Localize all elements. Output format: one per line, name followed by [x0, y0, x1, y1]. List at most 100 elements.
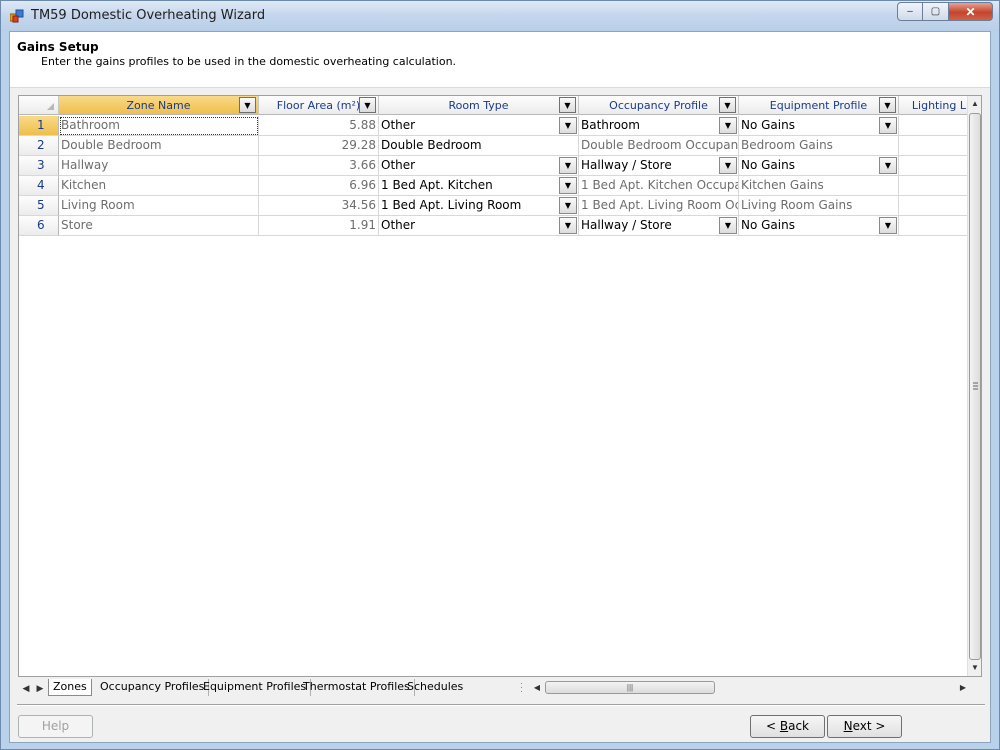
zone-name-cell[interactable]: Bathroom [59, 116, 259, 136]
room-type-combo[interactable]: Other ▼ [379, 116, 579, 136]
table-row[interactable]: 5 Living Room 34.56 1 Bed Apt. Living Ro… [19, 196, 969, 216]
tab-schedules[interactable]: Schedules [403, 679, 467, 696]
tab-occupancy-profiles[interactable]: Occupancy Profiles [96, 679, 210, 696]
back-button[interactable]: < Back [750, 715, 825, 738]
room-type-combo[interactable]: 1 Bed Apt. Living Room ▼ [379, 196, 579, 216]
chevron-down-icon[interactable]: ▼ [559, 117, 577, 134]
row-header[interactable]: 5 [19, 196, 59, 216]
chevron-down-icon[interactable]: ▼ [559, 177, 577, 194]
row-header[interactable]: 6 [19, 216, 59, 236]
occupancy-profile-cell[interactable]: 1 Bed Apt. Living Room Occupancy [579, 196, 739, 216]
zone-name-cell[interactable]: Kitchen [59, 176, 259, 196]
scroll-up-icon[interactable]: ▲ [968, 96, 981, 112]
equipment-value: No Gains [741, 118, 795, 132]
chevron-down-icon[interactable]: ▼ [719, 157, 737, 174]
column-header-zone-name[interactable]: Zone Name ▼ [59, 96, 259, 115]
vertical-scrollbar[interactable]: ▲ ═ ═ ═ ▼ [967, 96, 981, 676]
column-header-room-type[interactable]: Room Type ▼ [379, 96, 579, 115]
scroll-thumb[interactable]: ═ ═ ═ [969, 113, 981, 660]
select-all-corner[interactable] [19, 96, 59, 115]
room-type-combo[interactable]: Other ▼ [379, 216, 579, 236]
horizontal-scrollbar[interactable]: ◀ ||| ▶ [530, 680, 970, 696]
row-header[interactable]: 4 [19, 176, 59, 196]
column-header-label: Zone Name [126, 98, 191, 112]
minimize-button[interactable]: ‒ [897, 2, 923, 21]
filter-dropdown-icon[interactable]: ▼ [879, 97, 896, 113]
table-row[interactable]: 6 Store 1.91 Other ▼ Hallway / Store ▼ No … [19, 216, 969, 236]
lighting-cell[interactable] [899, 216, 969, 236]
chevron-down-icon[interactable]: ▼ [879, 117, 897, 134]
chevron-down-icon[interactable]: ▼ [559, 197, 577, 214]
lighting-cell[interactable] [899, 196, 969, 216]
equipment-profile-combo[interactable]: No Gains ▼ [739, 216, 899, 236]
chevron-down-icon[interactable]: ▼ [879, 217, 897, 234]
table-row[interactable]: 4 Kitchen 6.96 1 Bed Apt. Kitchen ▼ 1 Bed… [19, 176, 969, 196]
scroll-left-icon[interactable]: ◀ [530, 680, 544, 696]
lighting-cell[interactable] [899, 156, 969, 176]
floor-area-cell[interactable]: 29.28 [259, 136, 379, 156]
scroll-thumb[interactable]: ||| [545, 681, 715, 694]
tab-prev-icon[interactable]: ◀ [20, 681, 32, 695]
room-type-combo[interactable]: Other ▼ [379, 156, 579, 176]
occupancy-profile-combo[interactable]: Hallway / Store ▼ [579, 156, 739, 176]
filter-dropdown-icon[interactable]: ▼ [559, 97, 576, 113]
chevron-down-icon[interactable]: ▼ [559, 157, 577, 174]
room-type-cell[interactable]: Double Bedroom [379, 136, 579, 156]
equipment-profile-combo[interactable]: No Gains ▼ [739, 156, 899, 176]
room-type-combo[interactable]: 1 Bed Apt. Kitchen ▼ [379, 176, 579, 196]
caption-buttons: ‒ ▢ ✕ [897, 2, 993, 21]
floor-area-cell[interactable]: 1.91 [259, 216, 379, 236]
zone-name-cell[interactable]: Store [59, 216, 259, 236]
equipment-profile-cell[interactable]: Kitchen Gains [739, 176, 899, 196]
occupancy-profile-combo[interactable]: Bathroom ▼ [579, 116, 739, 136]
title-bar[interactable]: TM59 Domestic Overheating Wizard ‒ ▢ ✕ [1, 1, 999, 31]
tab-thermostat-profiles[interactable]: Thermostat Profiles [299, 679, 415, 696]
chevron-down-icon[interactable]: ▼ [719, 217, 737, 234]
lighting-cell[interactable] [899, 176, 969, 196]
table-row[interactable]: 1 Bathroom 5.88 Other ▼ Bathroom ▼ No Gain… [19, 116, 969, 136]
scroll-right-icon[interactable]: ▶ [956, 680, 970, 696]
floor-area-cell[interactable]: 34.56 [259, 196, 379, 216]
equipment-profile-cell[interactable]: Bedroom Gains [739, 136, 899, 156]
zones-grid[interactable]: Zone Name ▼ Floor Area (m²) ▼ Room Type … [18, 95, 982, 677]
floor-area-cell[interactable]: 6.96 [259, 176, 379, 196]
column-header-label: Room Type [448, 98, 509, 112]
next-button[interactable]: Next > [827, 715, 902, 738]
scroll-down-icon[interactable]: ▼ [968, 660, 981, 676]
occupancy-profile-cell[interactable]: Double Bedroom Occupancy [579, 136, 739, 156]
tab-zones[interactable]: Zones [48, 679, 92, 696]
table-row[interactable]: 3 Hallway 3.66 Other ▼ Hallway / Store ▼ N… [19, 156, 969, 176]
filter-dropdown-icon[interactable]: ▼ [239, 97, 256, 113]
equipment-profile-combo[interactable]: No Gains ▼ [739, 116, 899, 136]
chevron-down-icon[interactable]: ▼ [559, 217, 577, 234]
lighting-cell[interactable] [899, 116, 969, 136]
floor-area-cell[interactable]: 5.88 [259, 116, 379, 136]
column-header-equipment-profile[interactable]: Equipment Profile ▼ [739, 96, 899, 115]
table-row[interactable]: 2 Double Bedroom 29.28 Double Bedroom Do… [19, 136, 969, 156]
maximize-button[interactable]: ▢ [923, 2, 949, 21]
floor-area-cell[interactable]: 3.66 [259, 156, 379, 176]
filter-dropdown-icon[interactable]: ▼ [719, 97, 736, 113]
column-header-floor-area[interactable]: Floor Area (m²) ▼ [259, 96, 379, 115]
close-button[interactable]: ✕ [949, 2, 993, 21]
chevron-down-icon[interactable]: ▼ [879, 157, 897, 174]
zone-name-cell[interactable]: Double Bedroom [59, 136, 259, 156]
zone-name-cell[interactable]: Hallway [59, 156, 259, 176]
column-header-lighting[interactable]: Lighting L [899, 96, 969, 115]
equipment-profile-cell[interactable]: Living Room Gains [739, 196, 899, 216]
next-mnemonic: N [843, 719, 853, 733]
tab-equipment-profiles[interactable]: Equipment Profiles [199, 679, 312, 696]
filter-dropdown-icon[interactable]: ▼ [359, 97, 376, 113]
occupancy-profile-cell[interactable]: 1 Bed Apt. Kitchen Occupancy [579, 176, 739, 196]
chevron-down-icon[interactable]: ▼ [719, 117, 737, 134]
zone-name-cell[interactable]: Living Room [59, 196, 259, 216]
row-header[interactable]: 2 [19, 136, 59, 156]
splitter-grip-icon[interactable]: · · · [520, 679, 524, 696]
occupancy-profile-combo[interactable]: Hallway / Store ▼ [579, 216, 739, 236]
help-button[interactable]: Help [18, 715, 93, 738]
column-header-occupancy-profile[interactable]: Occupancy Profile ▼ [579, 96, 739, 115]
tab-next-icon[interactable]: ▶ [34, 681, 46, 695]
lighting-cell[interactable] [899, 136, 969, 156]
row-header[interactable]: 1 [19, 116, 59, 136]
row-header[interactable]: 3 [19, 156, 59, 176]
